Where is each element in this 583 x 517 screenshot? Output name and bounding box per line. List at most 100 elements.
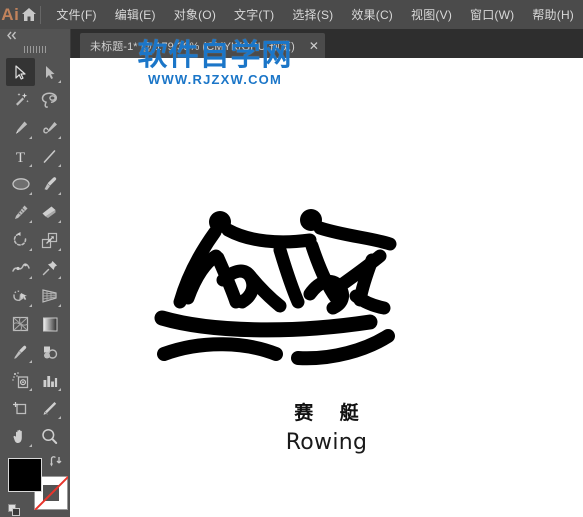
- tool-curvature[interactable]: [35, 114, 64, 142]
- tool-magic-wand[interactable]: [6, 86, 35, 114]
- tool-paintbrush[interactable]: [35, 170, 64, 198]
- menu-window[interactable]: 窗口(W): [461, 0, 523, 29]
- tool-flyout-indicator: [58, 80, 61, 83]
- menu-effect[interactable]: 效果(C): [342, 0, 402, 29]
- tool-flyout-indicator: [29, 192, 32, 195]
- close-icon[interactable]: ✕: [309, 40, 319, 52]
- tool-ellipse[interactable]: [6, 170, 35, 198]
- tool-flyout-indicator: [29, 360, 32, 363]
- curvature-pen-icon: [42, 121, 57, 134]
- gradient-icon: [42, 317, 57, 331]
- caption-chinese: 赛 艇: [294, 402, 369, 424]
- tool-slice[interactable]: [35, 394, 64, 422]
- rotate-icon: [13, 231, 27, 246]
- artboard-icon: [13, 402, 27, 415]
- panel-drag-handle[interactable]: [0, 42, 70, 56]
- tool-flyout-indicator: [58, 164, 61, 167]
- menu-type[interactable]: 文字(T): [225, 0, 283, 29]
- direct-select-arrow-icon: [46, 65, 55, 79]
- magnifier-icon: [42, 428, 58, 444]
- shape-builder-icon: [12, 290, 27, 302]
- tool-shape-builder[interactable]: [6, 282, 35, 310]
- fill-swatch[interactable]: [8, 458, 42, 492]
- tool-flyout-indicator: [58, 416, 61, 419]
- tool-mesh[interactable]: [6, 310, 35, 338]
- tool-hand[interactable]: [6, 422, 35, 450]
- arrow-cursor-icon: [15, 64, 26, 80]
- menu-edit[interactable]: 编辑(E): [106, 0, 165, 29]
- tool-eraser[interactable]: [35, 198, 64, 226]
- tool-flyout-indicator: [58, 304, 61, 307]
- tool-direct-selection[interactable]: [35, 58, 64, 86]
- document-tab-title: 未标题-1* @ 179.39% (CMYK/GPU 预览): [90, 40, 295, 53]
- tool-column-graph[interactable]: [35, 366, 64, 394]
- menu-divider: [39, 5, 41, 24]
- blend-icon: [43, 346, 57, 359]
- menu-file[interactable]: 文件(F): [47, 0, 105, 29]
- ellipse-icon: [11, 178, 30, 190]
- tool-flyout-indicator: [29, 220, 32, 223]
- tool-flyout-indicator: [29, 444, 32, 447]
- line-segment-icon: [43, 149, 56, 163]
- tool-flyout-indicator: [29, 276, 32, 279]
- tool-pen[interactable]: [6, 114, 35, 142]
- perspective-grid-icon: [42, 289, 57, 303]
- artboard-canvas[interactable]: 赛 艇 Rowing: [70, 58, 583, 517]
- tool-flyout-indicator: [29, 136, 32, 139]
- tool-type[interactable]: T: [6, 142, 35, 170]
- menu-bar: Ai 文件(F) 编辑(E) 对象(O) 文字(T) 选择(S) 效果(C) 视…: [0, 0, 583, 29]
- double-chevron-left-icon: [7, 31, 17, 40]
- tool-grid: T: [0, 56, 70, 450]
- tool-lasso[interactable]: [35, 86, 64, 114]
- tool-flyout-indicator: [58, 192, 61, 195]
- document-tab[interactable]: 未标题-1* @ 179.39% (CMYK/GPU 预览) ✕: [80, 33, 325, 58]
- tool-selection[interactable]: [6, 58, 35, 86]
- pushpin-icon: [42, 261, 57, 276]
- tool-artboard[interactable]: [6, 394, 35, 422]
- swap-fill-stroke-icon[interactable]: [48, 454, 62, 468]
- tool-flyout-indicator: [58, 276, 61, 279]
- collapse-panel-button[interactable]: [0, 29, 70, 42]
- tool-symbol-sprayer[interactable]: [6, 366, 35, 394]
- caption-english: Rowing: [285, 430, 368, 455]
- width-warp-icon: [11, 263, 30, 272]
- tool-flyout-indicator: [58, 248, 61, 251]
- menu-view[interactable]: 视图(V): [402, 0, 461, 29]
- home-icon[interactable]: [21, 0, 38, 29]
- tool-flyout-indicator: [29, 164, 32, 167]
- menu-object[interactable]: 对象(O): [165, 0, 225, 29]
- tool-perspective-grid[interactable]: [35, 282, 64, 310]
- eraser-icon: [42, 206, 56, 218]
- pen-icon: [16, 121, 28, 134]
- eyedropper-icon: [14, 345, 27, 359]
- tool-flyout-indicator: [58, 136, 61, 139]
- tool-flyout-indicator: [58, 220, 61, 223]
- menu-help[interactable]: 帮助(H): [523, 0, 583, 29]
- tool-shaper[interactable]: [6, 198, 35, 226]
- tool-zoom[interactable]: [35, 422, 64, 450]
- tool-scale[interactable]: [35, 226, 64, 254]
- tool-line-segment[interactable]: [35, 142, 64, 170]
- shaper-pencil-icon: [15, 205, 28, 219]
- tool-width[interactable]: [6, 254, 35, 282]
- fill-stroke-controls: [8, 454, 68, 517]
- default-fill-stroke-icon[interactable]: [8, 504, 22, 517]
- rowing-pictogram[interactable]: [140, 198, 410, 388]
- tool-flyout-indicator: [29, 304, 32, 307]
- tool-flyout-indicator: [58, 388, 61, 391]
- tool-flyout-indicator: [29, 388, 32, 391]
- type-t-icon: T: [16, 150, 25, 165]
- menu-items: 文件(F) 编辑(E) 对象(O) 文字(T) 选择(S) 效果(C) 视图(V…: [47, 0, 583, 29]
- tool-eyedropper[interactable]: [6, 338, 35, 366]
- app-logo: Ai: [1, 4, 20, 24]
- tool-blend[interactable]: [35, 338, 64, 366]
- illustrator-window: Ai 文件(F) 编辑(E) 对象(O) 文字(T) 选择(S) 效果(C) 视…: [0, 0, 583, 517]
- tool-rotate[interactable]: [6, 226, 35, 254]
- scale-icon: [41, 232, 58, 248]
- tool-free-transform[interactable]: [35, 254, 64, 282]
- tool-gradient[interactable]: [35, 310, 64, 338]
- menu-select[interactable]: 选择(S): [283, 0, 342, 29]
- mesh-icon: [12, 316, 29, 332]
- hand-icon: [13, 429, 22, 443]
- lasso-icon: [41, 92, 58, 108]
